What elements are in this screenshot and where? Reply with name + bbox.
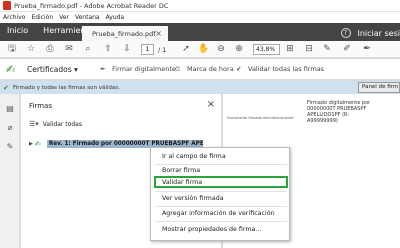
certificates-menu[interactable]: Certificados ▾: [27, 65, 78, 74]
search-icon[interactable]: ⌕: [83, 44, 93, 54]
signature-panel-label: Panel de firm: [362, 84, 399, 90]
menu-ayuda[interactable]: Ayuda: [106, 14, 125, 21]
signatures-panel-title: Firmas: [29, 102, 52, 110]
validate-signature-item[interactable]: Validar firma: [162, 179, 202, 186]
menu-edicion[interactable]: Edición: [31, 14, 53, 21]
signature-status-message: Firmado y todas las firmas son válidas.: [13, 84, 120, 91]
menu-bar: Archivo Edición Ver Ventana Ayuda: [0, 12, 400, 23]
list-options-icon: ☰▾: [29, 120, 39, 128]
certificates-label: Certificados: [27, 65, 72, 74]
add-verification-info-item[interactable]: Agregar información de verificación: [162, 210, 275, 217]
menu-ventana[interactable]: Ventana: [75, 14, 100, 21]
certificates-toolbar: ✍ Certificados ▾ ✒ Firmar digitalmente ⏲ M…: [0, 59, 400, 80]
menu-ver[interactable]: Ver: [59, 14, 69, 21]
sign-in-link[interactable]: Iniciar sesi: [358, 29, 400, 38]
signature-panel-button[interactable]: Panel de firm: [358, 82, 400, 93]
timestamp-label: Marca de hora: [187, 65, 234, 73]
show-signature-properties-item[interactable]: Mostrar propiedades de firma...: [162, 226, 261, 233]
signature-pen-icon[interactable]: ✎: [5, 142, 15, 152]
page-total: / 1: [158, 46, 167, 54]
email-icon[interactable]: ✉: [64, 44, 74, 54]
page-up-icon[interactable]: ⇧: [103, 44, 113, 54]
view-signed-version-item[interactable]: Ver versión firmada: [162, 195, 224, 202]
help-icon[interactable]: ?: [340, 28, 351, 38]
page-number-input[interactable]: 1: [141, 44, 154, 55]
attachment-icon[interactable]: ⌀: [5, 123, 15, 133]
zoom-select[interactable]: 43,8%: [253, 44, 280, 55]
menu-separator: [155, 206, 287, 207]
window-title: Prueba_firmado.pdf - Adobe Acrobat Reade…: [14, 1, 169, 10]
document-caption: Documento firmado electrónicamente: [227, 116, 294, 120]
certificate-pen-icon: ✍: [5, 63, 16, 76]
validate-all-button[interactable]: ✔ Validar todas las firmas: [236, 65, 324, 73]
validate-all-label: Validar todas: [42, 120, 82, 128]
menu-separator: [155, 221, 287, 222]
left-navigation-rail: ▤ ⌀ ✎: [0, 94, 20, 248]
comment-icon[interactable]: ✎: [322, 44, 332, 54]
tab-document[interactable]: Prueba_firmado.pdf ×: [82, 26, 168, 41]
select-cursor-icon[interactable]: ➚: [181, 44, 191, 54]
menu-separator: [155, 191, 287, 192]
timestamp-button[interactable]: ⏲ Marca de hora: [175, 65, 234, 74]
pages-icon[interactable]: ▤: [5, 104, 15, 114]
validate-all-label: Validar todas las firmas: [248, 65, 325, 73]
shield-check-icon: ✔: [236, 65, 242, 73]
sign-digitally-button[interactable]: ✒ Firmar digitalmente: [100, 65, 176, 73]
clock-icon: ⏲: [175, 65, 181, 73]
menu-archivo[interactable]: Archivo: [3, 14, 25, 21]
main-toolbar: 🖫 ☆ ⎙ ✉ ⌕ ⇧ ⇩ 1 / 1 ➚ ✋ ⊖ ⊕ 43,8% ⊞ ⊟ ✎ …: [0, 41, 400, 58]
fit-page-icon[interactable]: ⊞: [285, 44, 295, 54]
tab-bar: Inicio Herramientas Prueba_firmado.pdf ×…: [0, 23, 400, 41]
close-icon[interactable]: ×: [207, 99, 215, 110]
valid-signature-icon: ✍: [34, 140, 41, 148]
close-icon[interactable]: ×: [155, 29, 162, 38]
valid-signature-icon: ✔: [3, 83, 9, 92]
go-to-signature-field-item[interactable]: Ir al campo de firma: [162, 153, 226, 160]
tab-home[interactable]: Inicio: [0, 26, 36, 39]
chevron-right-icon[interactable]: ▶: [29, 141, 33, 147]
document-signature-stamp: Firmado digitalmente por 00000000T PRUEB…: [307, 100, 371, 124]
sign-icon[interactable]: ✒: [362, 44, 372, 54]
save-icon[interactable]: 🖫: [7, 44, 17, 54]
zoom-out-icon[interactable]: ⊖: [216, 44, 226, 54]
star-icon[interactable]: ☆: [26, 44, 36, 54]
zoom-in-icon[interactable]: ⊕: [234, 44, 244, 54]
highlight-icon[interactable]: ✐: [342, 44, 352, 54]
clear-signature-item[interactable]: Borrar firma: [162, 167, 200, 174]
print-icon[interactable]: ⎙: [45, 44, 55, 54]
sign-digitally-label: Firmar digitalmente: [112, 65, 176, 73]
page-down-icon[interactable]: ⇩: [122, 44, 132, 54]
hand-tool-icon[interactable]: ✋: [198, 44, 209, 54]
scroll-mode-icon[interactable]: ⊟: [304, 44, 314, 54]
window-titlebar: Prueba_firmado.pdf - Adobe Acrobat Reade…: [0, 0, 400, 12]
signature-status-bar: ✔ Firmado y todas las firmas son válidas…: [0, 81, 400, 94]
signature-context-menu: Ir al campo de firma Borrar firma Valida…: [150, 147, 290, 241]
pdf-app-icon: [3, 1, 11, 10]
doc-tab-label: Prueba_firmado.pdf: [92, 29, 156, 38]
menu-separator: [155, 164, 287, 165]
validate-all-signatures-button[interactable]: ☰▾ Validar todas: [29, 120, 82, 128]
pen-icon: ✒: [100, 65, 106, 73]
